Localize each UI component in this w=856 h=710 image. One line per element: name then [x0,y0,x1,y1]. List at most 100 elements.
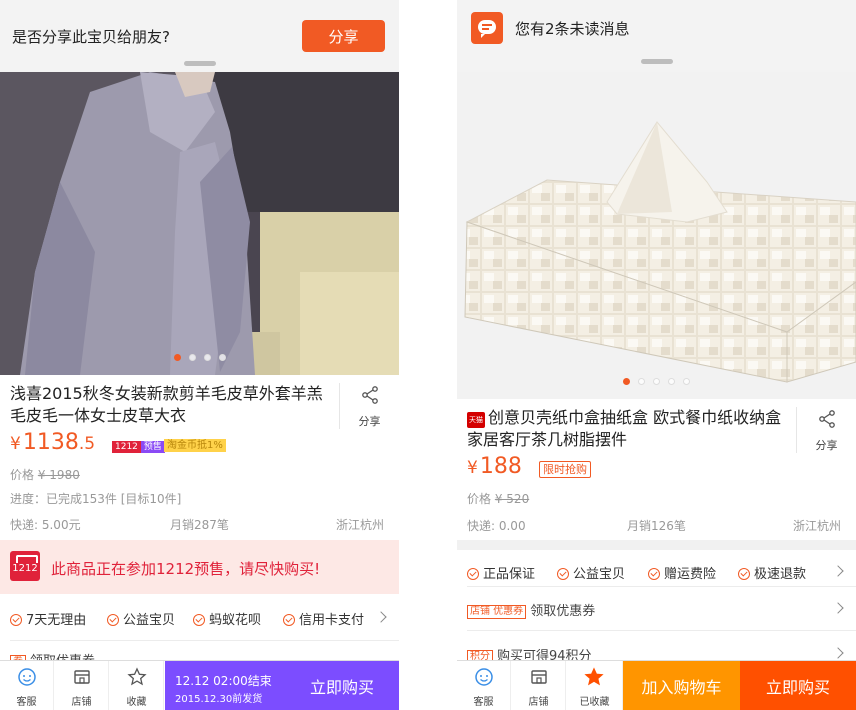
product-image-tissue-box [457,72,856,399]
deadline-end-time: 12.12 02:00结束 [175,674,272,688]
divider [10,640,399,641]
bottom-action-bar: 客服 店铺 已收藏 加入购物车 立即购买 [457,660,856,710]
carousel-dot[interactable] [638,378,645,385]
carousel-dot[interactable] [173,354,181,361]
presale-banner-text: 此商品正在参加1212预售，请尽快购买! [51,560,321,578]
message-notification-bar[interactable]: 您有2条未读消息 [457,0,856,72]
flash-sale-badge: 限时抢购 [539,461,591,478]
presale-banner[interactable]: 1212 此商品正在参加1212预售，请尽快购买! [0,540,399,594]
share-button[interactable]: 分享 [302,20,385,52]
carousel-dot[interactable] [623,378,630,385]
carousel-dot[interactable] [188,354,196,361]
share-side-button[interactable]: 分享 [796,407,856,453]
add-to-cart-button[interactable]: 加入购物车 [623,661,740,710]
carousel-indicator [457,370,856,389]
share-icon [818,410,835,428]
service-item: 正品保证 [467,563,535,582]
chevron-right-icon [832,602,844,614]
tab-customer-service[interactable]: 客服 [0,661,54,710]
service-item: 信用卡支付 [283,609,364,628]
tab-label: 客服 [473,697,494,708]
share-prompt-bar: 是否分享此宝贝给朋友? 分享 [0,0,399,72]
checkmark-circle-icon [283,614,295,626]
share-icon [361,386,378,404]
calendar-1212-icon: 1212 [10,551,40,581]
buy-now-button[interactable]: 立即购买 [740,661,856,710]
service-item: 赠运费险 [648,563,716,582]
service-item: 蚂蚁花呗 [193,609,261,628]
pull-handle[interactable] [183,61,216,66]
tab-label: 店铺 [71,697,92,708]
ship-location: 浙江杭州 [336,518,385,532]
share-side-button[interactable]: 分享 [339,383,399,429]
left-product-page: 是否分享此宝贝给朋友? 分享 浅喜2015秋冬女装新款剪羊毛皮草外套羊羔毛皮毛一… [0,0,399,710]
tab-favorite[interactable]: 收藏 [110,661,164,710]
service-label: 公益宝贝 [123,613,176,628]
store-coupon-tag: 店铺 优惠券 [467,605,527,619]
checkmark-circle-icon [107,614,119,626]
presale-progress: 进度：已完成153件 [目标10件] [10,492,182,506]
service-guarantees-row[interactable]: 7天无理由 公益宝贝 蚂蚁花呗 信用卡支付 [0,596,399,638]
tab-store[interactable]: 店铺 [512,661,566,710]
tab-store[interactable]: 店铺 [55,661,109,710]
service-label: 极速退款 [754,567,807,582]
tab-customer-service[interactable]: 客服 [457,661,511,710]
checkmark-circle-icon [738,568,750,580]
pull-handle[interactable] [640,59,673,64]
share-side-label: 分享 [358,415,381,428]
customer-service-icon [475,668,493,686]
product-image-fur-coat [0,72,399,375]
service-item: 7天无理由 [10,609,86,628]
service-item: 公益宝贝 [557,563,625,582]
favorite-star-icon [127,667,147,686]
service-label: 公益宝贝 [573,567,626,582]
share-side-label: 分享 [815,439,838,452]
carousel-dot[interactable] [653,378,660,385]
deadline-ship-date: 2015.12.30前发货 [175,694,263,705]
badge-presale: 预售 [140,441,165,453]
store-icon [74,670,90,684]
tmall-icon: 天猫 [467,412,485,428]
carousel-indicator [0,346,399,365]
presale-deadline: 12.12 02:00结束 2015.12.30前发货 [165,661,285,710]
ship-location: 浙江杭州 [793,519,842,533]
store-icon [531,670,547,684]
carousel-dot[interactable] [668,378,675,385]
chevron-right-icon [832,565,844,577]
presale-1212-badge: 1212 预售 [112,439,165,453]
product-image-carousel[interactable] [0,72,399,375]
coupon-row: 店铺 优惠券 领取优惠券 [467,600,595,619]
original-price: 价格 ¥ 520 [467,490,529,507]
bottom-action-bar: 客服 店铺 收藏 12.12 02:00结束 2015.12.30前发货 立即购… [0,660,399,710]
original-price-label: 价格 [10,468,35,482]
unread-message-text: 您有2条未读消息 [515,20,630,38]
monthly-sales: 月销287笔 [170,518,229,532]
buy-now-button[interactable]: 立即购买 [285,661,399,710]
service-item: 公益宝贝 [107,609,175,628]
currency-symbol: ¥ [10,434,21,454]
product-title-text: 创意贝壳纸巾盒抽纸盒 欧式餐巾纸收纳盒家居客厅茶几树脂摆件 [467,408,782,449]
price-integer: 188 [479,454,522,479]
message-icon [471,12,503,44]
service-label: 信用卡支付 [299,613,365,628]
store-coupon-row[interactable]: 店铺 优惠券 领取优惠券 [457,587,856,629]
currency-symbol: ¥ [467,458,478,478]
product-title: 浅喜2015秋冬女装新款剪羊毛皮草外套羊羔毛皮毛一体女士皮草大衣 [10,384,323,425]
coupon-label: 领取优惠券 [530,604,596,619]
tab-favorited[interactable]: 已收藏 [567,661,623,710]
badge-1212: 1212 [112,441,141,453]
price-integer: 1138 [22,430,79,455]
original-price-value: ¥ 1980 [37,468,80,482]
product-price: ¥1138.5 [10,430,95,455]
price-decimal: .5 [78,434,96,454]
carousel-dot[interactable] [203,354,211,361]
right-product-page: 您有2条未读消息 天猫 创意贝壳纸巾盒抽纸盒 欧式餐巾纸收纳盒家居客厅茶几树脂摆… [457,0,856,710]
section-separator [457,540,856,550]
carousel-dot[interactable] [683,378,690,385]
chevron-right-icon [832,647,844,659]
carousel-dot[interactable] [218,354,226,361]
checkmark-circle-icon [10,614,22,626]
product-image-carousel[interactable] [457,72,856,399]
points-row[interactable]: 积分 购买可得94积分 [457,631,856,664]
service-item: 极速退款 [738,563,806,582]
